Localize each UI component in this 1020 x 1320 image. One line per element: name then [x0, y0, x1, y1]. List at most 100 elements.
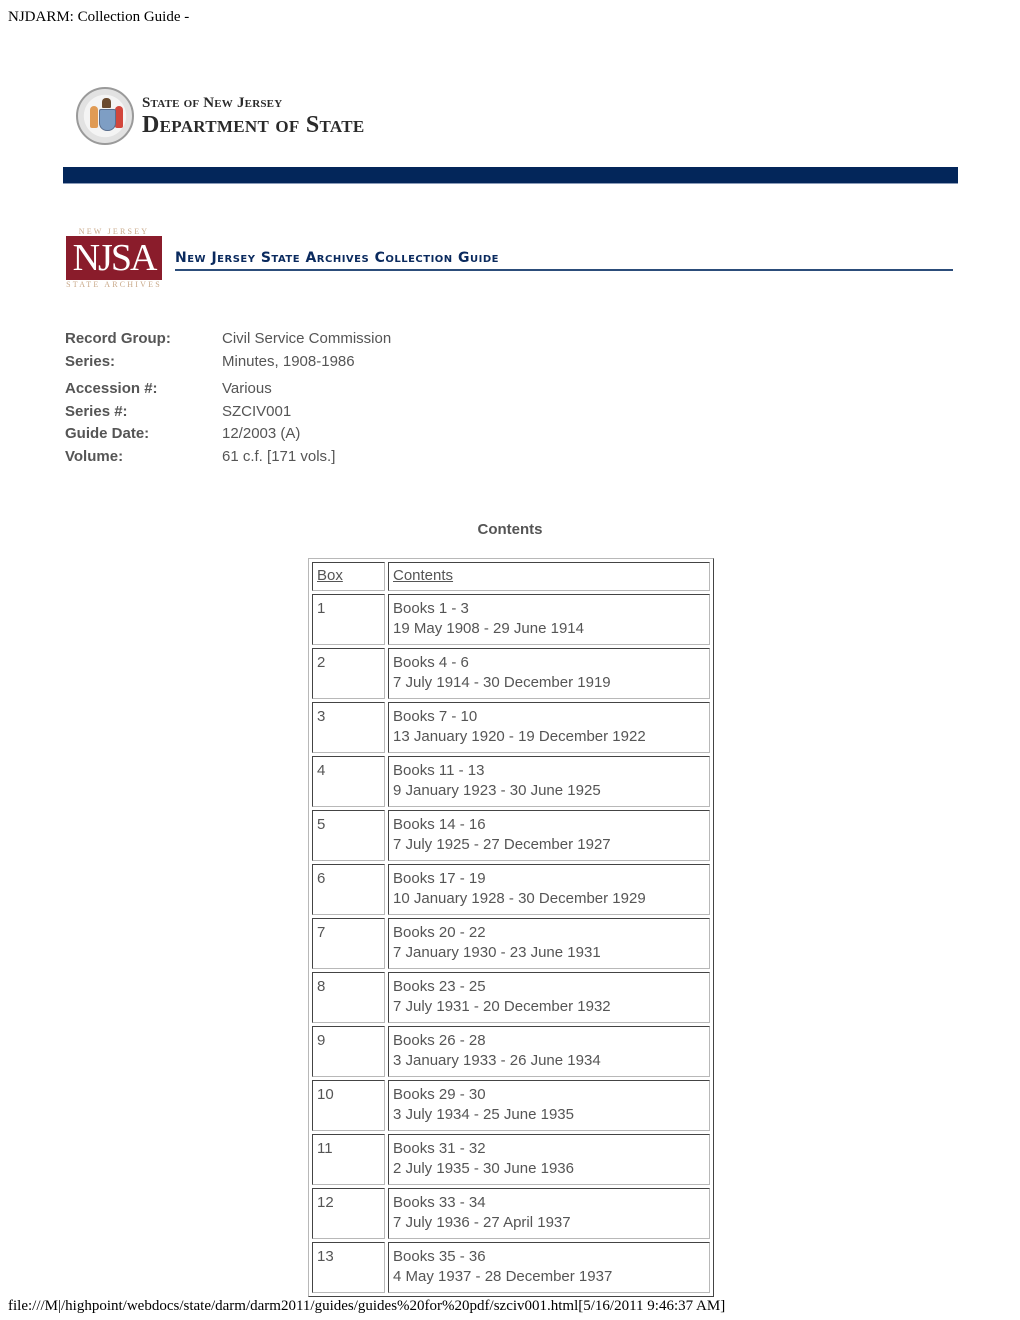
table-row: 13 Books 35 - 36 4 May 1937 - 28 December …: [312, 1242, 710, 1293]
table-row: 5 Books 14 - 16 7 July 1925 - 27 December …: [312, 810, 710, 861]
box-number: 8: [312, 972, 385, 1023]
box-number: 1: [312, 594, 385, 645]
books-range: Books 23 - 25: [393, 978, 486, 995]
box-contents: Books 14 - 16 7 July 1925 - 27 December 1…: [388, 810, 710, 861]
box-number: 5: [312, 810, 385, 861]
meta-value: Minutes, 1908-1986: [222, 352, 355, 370]
collection-guide-title-text: New Jersey State Archives Collection Gui…: [175, 250, 500, 266]
meta-label: Guide Date:: [65, 425, 150, 442]
table-row: 7 Books 20 - 22 7 January 1930 - 23 June 1…: [312, 918, 710, 969]
print-footer: file:///M|/highpoint/webdocs/state/darm/…: [8, 1298, 726, 1314]
books-range: Books 17 - 19: [393, 870, 486, 887]
date-range: 9 January 1923 - 30 June 1925: [393, 782, 601, 799]
logo-line-1: State of New Jersey: [142, 94, 283, 111]
box-contents: Books 29 - 30 3 July 1934 - 25 June 1935: [388, 1080, 710, 1131]
date-range: 19 May 1908 - 29 June 1914: [393, 620, 584, 637]
books-range: Books 26 - 28: [393, 1032, 486, 1049]
box-contents: Books 35 - 36 4 May 1937 - 28 December 19…: [388, 1242, 710, 1293]
meta-value: Various: [222, 380, 272, 397]
seal-figure-right: [115, 106, 123, 128]
seal-shield: [99, 109, 116, 131]
department-of-state-logo[interactable]: State of New Jersey Department of State: [76, 84, 406, 148]
table-row: 3 Books 7 - 10 13 January 1920 - 19 Decemb…: [312, 702, 710, 753]
books-range: Books 29 - 30: [393, 1086, 486, 1103]
box-number: 11: [312, 1134, 385, 1185]
seal-figure-left: [90, 106, 98, 128]
header-contents-link[interactable]: Contents: [393, 567, 453, 584]
njsa-logo-top: NEW JERSEY: [78, 227, 150, 236]
date-range: 7 July 1914 - 30 December 1919: [393, 674, 611, 691]
box-contents: Books 31 - 32 2 July 1935 - 30 June 1936: [388, 1134, 710, 1185]
meta-label: Volume:: [65, 447, 124, 465]
box-contents: Books 20 - 22 7 January 1930 - 23 June 19…: [388, 918, 710, 969]
header-box[interactable]: Box: [312, 562, 385, 591]
table-header-row: Box Contents: [312, 562, 710, 591]
meta-label: Series:: [65, 352, 116, 370]
meta-guide-date: Guide Date: 12/2003 (A): [65, 423, 391, 446]
njsa-logo-mark: NJSA: [66, 236, 162, 280]
date-range: 10 January 1928 - 30 December 1929: [393, 890, 646, 907]
table-row: 6 Books 17 - 19 10 January 1928 - 30 Decem…: [312, 864, 710, 915]
date-range: 7 July 1931 - 20 December 1932: [393, 998, 611, 1015]
box-contents: Books 23 - 25 7 July 1931 - 20 December 1…: [388, 972, 710, 1023]
box-number: 2: [312, 648, 385, 699]
print-header: NJDARM: Collection Guide -: [8, 9, 190, 25]
meta-record-group: Record Group: Civil Service Commission: [65, 328, 391, 351]
books-range: Books 1 - 3: [393, 600, 469, 617]
header-banner-bar: [63, 167, 958, 184]
books-range: Books 33 - 34: [393, 1194, 486, 1211]
box-number: 7: [312, 918, 385, 969]
box-contents: Books 26 - 28 3 January 1933 - 26 June 19…: [388, 1026, 710, 1077]
meta-label: Accession #:: [65, 380, 158, 397]
box-contents: Books 7 - 10 13 January 1920 - 19 Decembe…: [388, 702, 710, 753]
table-row: 4 Books 11 - 13 9 January 1923 - 30 June 1…: [312, 756, 710, 807]
box-number: 9: [312, 1026, 385, 1077]
meta-label: Series #:: [65, 402, 128, 420]
meta-value: 12/2003 (A): [222, 425, 301, 442]
contents-heading: Contents: [477, 521, 543, 538]
box-contents: Books 33 - 34 7 July 1936 - 27 April 1937: [388, 1188, 710, 1239]
meta-series: Series: Minutes, 1908-1986: [65, 351, 391, 374]
table-row: 8 Books 23 - 25 7 July 1931 - 20 December …: [312, 972, 710, 1023]
date-range: 3 July 1934 - 25 June 1935: [393, 1106, 574, 1123]
table-row: 9 Books 26 - 28 3 January 1933 - 26 June 1…: [312, 1026, 710, 1077]
box-contents: Books 1 - 3 19 May 1908 - 29 June 1914: [388, 594, 710, 645]
table-row: 11 Books 31 - 32 2 July 1935 - 30 June 193…: [312, 1134, 710, 1185]
njsa-logo: NEW JERSEY NJSA STATE ARCHIVES: [66, 227, 162, 289]
box-contents: Books 17 - 19 10 January 1928 - 30 Decemb…: [388, 864, 710, 915]
table-row: 12 Books 33 - 34 7 July 1936 - 27 April 19…: [312, 1188, 710, 1239]
box-number: 12: [312, 1188, 385, 1239]
box-number: 10: [312, 1080, 385, 1131]
meta-label: Record Group:: [65, 330, 171, 347]
collection-guide-title: New Jersey State Archives Collection Gui…: [175, 249, 953, 271]
books-range: Books 35 - 36: [393, 1248, 486, 1265]
books-range: Books 11 - 13: [393, 762, 485, 779]
header-contents[interactable]: Contents: [388, 562, 710, 591]
box-contents: Books 4 - 6 7 July 1914 - 30 December 191…: [388, 648, 710, 699]
books-range: Books 7 - 10: [393, 708, 478, 725]
date-range: 7 July 1936 - 27 April 1937: [393, 1214, 571, 1231]
meta-volume: Volume: 61 c.f. [171 vols.]: [65, 446, 391, 469]
department-of-state-wordmark: State of New Jersey Department of State: [142, 94, 365, 138]
header-box-link[interactable]: Box: [317, 567, 343, 584]
date-range: 7 January 1930 - 23 June 1931: [393, 944, 601, 961]
box-number: 13: [312, 1242, 385, 1293]
table-row: 1 Books 1 - 3 19 May 1908 - 29 June 1914: [312, 594, 710, 645]
box-number: 3: [312, 702, 385, 753]
date-range: 13 January 1920 - 19 December 1922: [393, 728, 646, 745]
logo-line-2: Department of State: [142, 111, 365, 138]
date-range: 3 January 1933 - 26 June 1934: [393, 1052, 601, 1069]
seal-helmet: [102, 98, 111, 108]
meta-value: SZCIV001: [222, 402, 292, 420]
books-range: Books 31 - 32: [393, 1140, 486, 1157]
meta-accession: Accession #: Various: [65, 378, 391, 401]
books-range: Books 20 - 22: [393, 924, 486, 941]
table-row: 10 Books 29 - 30 3 July 1934 - 25 June 193…: [312, 1080, 710, 1131]
books-range: Books 14 - 16: [393, 816, 486, 833]
date-range: 7 July 1925 - 27 December 1927: [393, 836, 611, 853]
njsa-logo-bottom: STATE ARCHIVES: [66, 280, 162, 289]
nj-state-seal-icon: [76, 87, 134, 145]
box-number: 6: [312, 864, 385, 915]
box-contents: Books 11 - 13 9 January 1923 - 30 June 19…: [388, 756, 710, 807]
meta-value: Civil Service Commission: [222, 330, 392, 347]
